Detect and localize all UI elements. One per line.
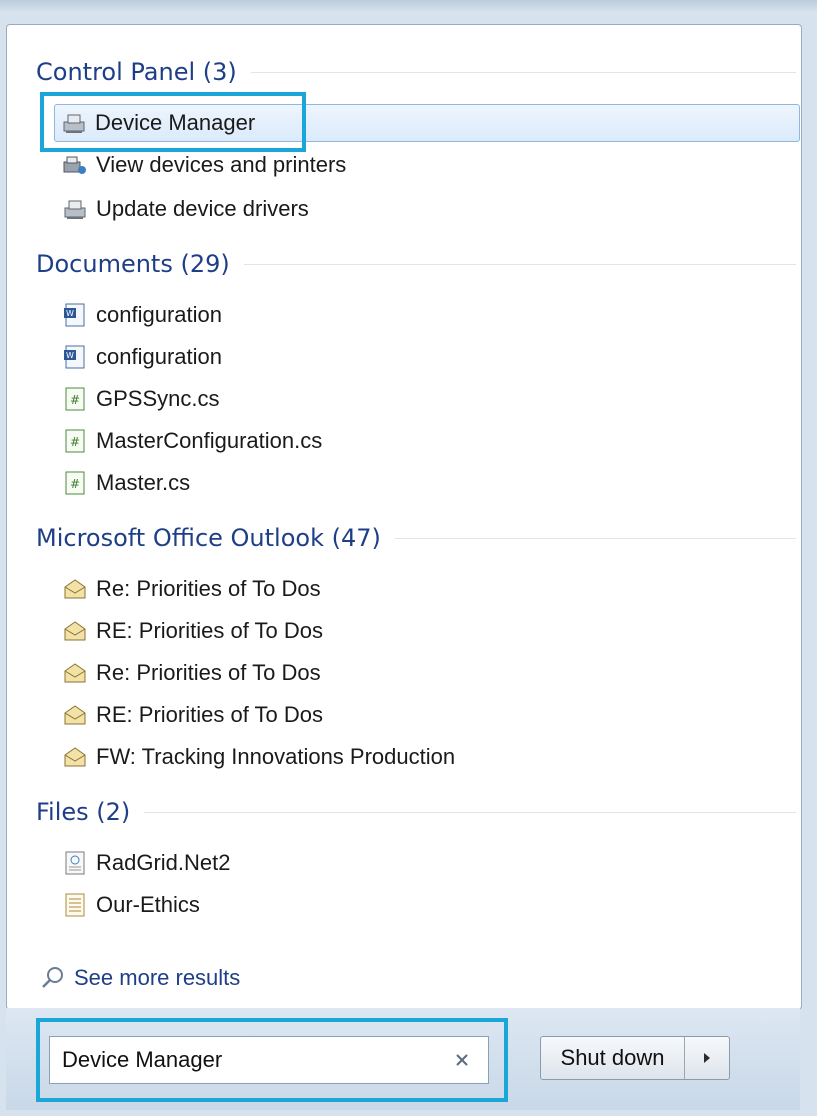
result-item-label: Re: Priorities of To Dos xyxy=(96,576,321,601)
mail-open-icon xyxy=(64,663,86,683)
result-item-label: Device Manager xyxy=(95,110,256,135)
chevron-right-icon xyxy=(704,1053,710,1063)
section-divider xyxy=(394,537,796,539)
shutdown-button-group: Shut down xyxy=(540,1036,730,1080)
web-file-icon xyxy=(65,851,85,875)
section-divider xyxy=(144,811,796,813)
result-item-document[interactable]: W configuration xyxy=(56,296,796,334)
result-item-label: Our-Ethics xyxy=(96,892,200,917)
search-input[interactable] xyxy=(50,1046,450,1074)
result-item-device-manager[interactable]: Device Manager xyxy=(54,104,800,142)
devices-printers-icon xyxy=(63,156,86,174)
result-item-document[interactable]: W configuration xyxy=(56,338,796,376)
result-item-label: MasterConfiguration.cs xyxy=(96,428,323,453)
see-more-results-link[interactable]: See more results xyxy=(40,960,240,996)
result-item-email[interactable]: Re: Priorities of To Dos xyxy=(56,654,796,692)
section-divider xyxy=(243,263,796,265)
svg-text:W: W xyxy=(66,309,74,318)
section-title: Control Panel (3) xyxy=(36,58,237,86)
mail-open-icon xyxy=(64,621,86,641)
result-item-label: RE: Priorities of To Dos xyxy=(96,618,324,643)
csharp-file-icon: # xyxy=(65,387,85,411)
csharp-file-icon: # xyxy=(65,429,85,453)
svg-text:#: # xyxy=(70,393,80,407)
result-item-label: configuration xyxy=(96,302,222,327)
text-file-icon xyxy=(65,893,85,917)
result-item-file[interactable]: Our-Ethics xyxy=(56,886,796,924)
mail-open-icon xyxy=(64,705,86,725)
clear-x-icon[interactable] xyxy=(450,1048,474,1072)
result-item-document[interactable]: # GPSSync.cs xyxy=(56,380,796,418)
result-item-label: RE: Priorities of To Dos xyxy=(96,702,324,727)
section-title: Documents (29) xyxy=(36,250,230,278)
section-title: Files (2) xyxy=(36,798,131,826)
result-item-email[interactable]: FW: Tracking Innovations Production xyxy=(56,738,796,776)
result-item-document[interactable]: # Master.cs xyxy=(56,464,796,502)
result-item-email[interactable]: Re: Priorities of To Dos xyxy=(56,570,796,608)
result-item-label: Re: Priorities of To Dos xyxy=(96,660,321,685)
result-item-label: FW: Tracking Innovations Production xyxy=(96,744,456,769)
mail-open-icon xyxy=(64,579,86,599)
result-item-email[interactable]: RE: Priorities of To Dos xyxy=(56,696,796,734)
search-input-box[interactable] xyxy=(49,1036,489,1084)
word-document-icon: W xyxy=(64,345,85,369)
section-header-files: Files (2) xyxy=(36,792,796,832)
result-item-label: RadGrid.Net2 xyxy=(96,850,231,875)
result-item-document[interactable]: # MasterConfiguration.cs xyxy=(56,422,796,460)
result-item-file[interactable]: RadGrid.Net2 xyxy=(56,844,796,882)
shutdown-options-button[interactable] xyxy=(685,1037,729,1079)
csharp-file-icon: # xyxy=(65,471,85,495)
device-manager-icon xyxy=(63,114,85,133)
result-item-label: GPSSync.cs xyxy=(96,386,220,411)
section-header-documents: Documents (29) xyxy=(36,244,796,284)
svg-text:#: # xyxy=(70,435,80,449)
result-item-update-drivers[interactable]: Update device drivers xyxy=(56,190,796,228)
svg-text:#: # xyxy=(70,477,80,491)
result-item-label: View devices and printers xyxy=(96,152,347,177)
section-header-control-panel: Control Panel (3) xyxy=(36,52,796,92)
result-item-label: Master.cs xyxy=(96,470,191,495)
section-divider xyxy=(250,71,796,73)
magnifier-icon xyxy=(42,967,63,988)
mail-open-icon xyxy=(64,747,86,767)
shutdown-button[interactable]: Shut down xyxy=(541,1037,685,1079)
window-frame-top xyxy=(0,0,817,14)
section-header-outlook: Microsoft Office Outlook (47) xyxy=(36,518,796,558)
see-more-label: See more results xyxy=(74,965,241,990)
section-title: Microsoft Office Outlook (47) xyxy=(36,524,381,552)
result-item-view-devices-printers[interactable]: View devices and printers xyxy=(56,146,796,184)
word-document-icon: W xyxy=(64,303,85,327)
result-item-label: configuration xyxy=(96,344,222,369)
svg-text:W: W xyxy=(66,351,74,360)
result-item-email[interactable]: RE: Priorities of To Dos xyxy=(56,612,796,650)
result-item-label: Update device drivers xyxy=(96,196,309,221)
device-manager-icon xyxy=(64,200,86,219)
